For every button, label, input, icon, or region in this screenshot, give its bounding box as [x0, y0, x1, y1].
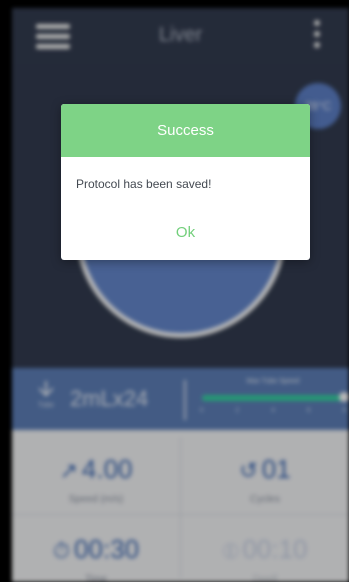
dialog-message: Protocol has been saved!	[76, 177, 212, 191]
modal-overlay	[0, 0, 349, 582]
success-dialog: Success Protocol has been saved! Ok	[61, 104, 310, 260]
dialog-title: Success	[61, 104, 310, 157]
screen: Liver 28°C 🡫 Tube 2mLx24 Max Tube Speed	[0, 0, 349, 582]
ok-button[interactable]: Ok	[146, 213, 226, 253]
